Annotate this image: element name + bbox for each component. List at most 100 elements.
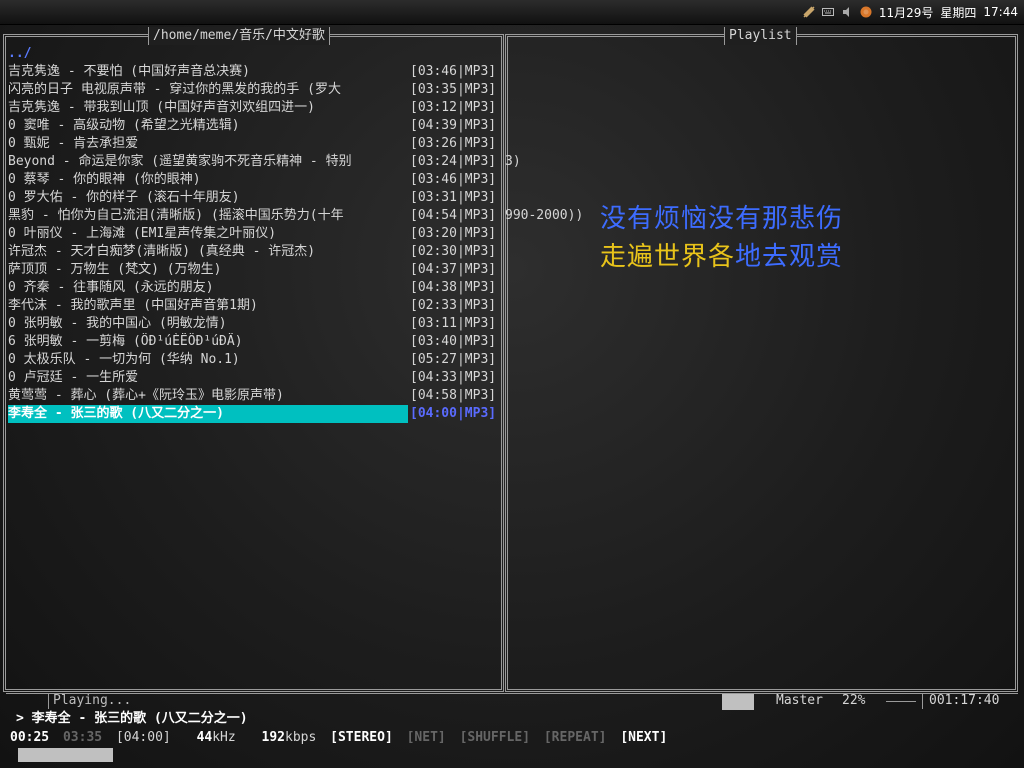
file-item-meta: [04:00|MP3] — [410, 406, 497, 421]
file-item-title: 0 卢冠廷 - 一生所爱 — [8, 370, 139, 385]
file-item[interactable]: 0 罗大佑 - 你的样子 (滚石十年朋友) [03:31|MP3] — [8, 189, 508, 207]
file-item-title: 0 齐秦 - 往事随风 (永远的朋友) — [8, 280, 214, 295]
file-item-meta: [02:30|MP3] — [410, 244, 497, 259]
clock-label[interactable]: 17:44 — [983, 5, 1018, 19]
file-item[interactable]: 0 齐秦 - 往事随风 (永远的朋友) [04:38|MP3] — [8, 279, 508, 297]
file-item-title: 许冠杰 - 天才白痴梦(清晰版) (真经典 - 许冠杰) — [8, 244, 316, 259]
file-item[interactable]: 0 叶丽仪 - 上海滩 (EMI星声传集之叶丽仪) [03:20|MP3] — [8, 225, 508, 243]
file-item-title: 0 太极乐队 - 一切为何 (华纳 No.1) — [8, 352, 240, 367]
file-item-meta: [04:58|MP3] — [410, 388, 497, 403]
file-item-title: 吉克隽逸 - 带我到山顶 (中国好声音刘欢组四进一) — [8, 100, 315, 115]
play-state: Playing... — [48, 693, 135, 709]
file-item-meta: [03:31|MP3] — [410, 190, 497, 205]
file-item-meta: [03:24|MP3] — [410, 154, 497, 169]
file-item-meta: [03:35|MP3] — [410, 82, 497, 97]
file-item[interactable]: 0 张明敏 - 我的中国心 (明敏龙情) [03:11|MP3] — [8, 315, 508, 333]
progress-bar[interactable] — [18, 748, 113, 762]
file-item[interactable]: 黑豹 - 怕你为自己流泪(清晰版) (摇滚中国乐势力(十年 [04:54|MP3]… — [8, 207, 583, 225]
file-item-title: 0 叶丽仪 - 上海滩 (EMI星声传集之叶丽仪) — [8, 226, 277, 241]
file-item-meta: [04:54|MP3] — [410, 208, 497, 223]
lyric-line-2-sung: 走遍世界各 — [600, 242, 736, 272]
file-item-meta: [03:20|MP3] — [410, 226, 497, 241]
playlist-frame: Playlist — [505, 27, 1018, 692]
stereo-flag: [STEREO] — [330, 730, 393, 745]
lyric-line-1-text: 没有烦恼没有那悲伤 — [600, 204, 844, 234]
file-item-meta: [03:12|MP3] — [410, 100, 497, 115]
net-flag: [NET] — [406, 730, 446, 745]
network-icon[interactable] — [803, 6, 815, 18]
status-bar: Playing... Master 22% 001:17:40 — [6, 693, 1018, 710]
file-item[interactable]: 黄莺莺 - 葬心 (葬心+《阮玲玉》电影原声带) [04:58|MP3] — [8, 387, 508, 405]
file-item[interactable]: 0 卢冠廷 - 一生所爱 [04:33|MP3] — [8, 369, 508, 387]
date-label[interactable]: 11月29号 — [879, 4, 934, 21]
file-item[interactable]: 闪亮的日子 电视原声带 - 穿过你的黑发的我的手 (罗大 [03:35|MP3] — [8, 81, 508, 99]
file-item[interactable]: 萨顶顶 - 万物生 (梵文) (万物生) [04:37|MP3] — [8, 261, 508, 279]
file-item-title: 李代沫 - 我的歌声里 (中国好声音第1期) — [8, 298, 258, 313]
file-item-meta: [03:11|MP3] — [410, 316, 497, 331]
file-item[interactable]: 0 甄妮 - 肯去承担爱 [03:26|MP3] — [8, 135, 508, 153]
input-method-icon[interactable] — [860, 6, 872, 18]
lyric-line-2-unsung: 地去观赏 — [735, 242, 844, 272]
status-divider — [886, 701, 916, 702]
shuffle-flag[interactable]: [SHUFFLE] — [460, 730, 530, 745]
browser-path: /home/meme/音乐/中文好歌 — [148, 27, 330, 45]
file-item-title: 0 甄妮 - 肯去承担爱 — [8, 136, 139, 151]
top-panel: 11月29号 星期四 17:44 — [0, 0, 1024, 25]
lyric-line-2: 走遍世界各地去观赏 — [600, 236, 843, 273]
position-time: 00:25 — [10, 730, 50, 745]
total-time: 001:17:40 — [922, 693, 999, 709]
file-item-overflow: 990-2000)) — [505, 208, 584, 223]
bitrate-unit: kbps — [285, 730, 317, 745]
volume-percent: 22% — [842, 693, 866, 708]
mixer-label: Master — [776, 693, 823, 708]
file-item[interactable]: 0 窦唯 - 高级动物 (希望之光精选辑) [04:39|MP3] — [8, 117, 508, 135]
lyric-line-1: 没有烦恼没有那悲伤 — [600, 198, 843, 235]
playlist-title: Playlist — [724, 27, 797, 45]
keyboard-icon[interactable] — [821, 6, 834, 18]
file-item-title: 6 张明敏 - 一剪梅 (ÖÐ¹úÈËÖÐ¹úÐÄ) — [8, 334, 243, 349]
file-item-meta: [03:40|MP3] — [410, 334, 497, 349]
info-line: 00:25 03:35 [04:00] 44kHz 192kbps [STERE… — [10, 729, 667, 747]
file-item-selected[interactable]: 李寿全 - 张三的歌 (八又二分之一) [04:00|MP3] — [8, 405, 508, 423]
file-item[interactable]: 0 太极乐队 - 一切为何 (华纳 No.1) [05:27|MP3] — [8, 351, 508, 369]
file-item-meta: [04:33|MP3] — [410, 370, 497, 385]
file-item[interactable]: Beyond - 命运是你家 (遥望黄家驹不死音乐精神 - 特别 [03:24|M… — [8, 153, 521, 171]
file-item-title: 闪亮的日子 电视原声带 - 穿过你的黑发的我的手 (罗大 — [8, 82, 341, 97]
remaining-time: 03:35 — [62, 730, 103, 745]
file-item-title: 黑豹 - 怕你为自己流泪(清晰版) (摇滚中国乐势力(十年 — [8, 208, 344, 223]
sample-rate-unit: kHz — [212, 730, 236, 745]
file-item-title: 0 罗大佑 - 你的样子 (滚石十年朋友) — [8, 190, 240, 205]
file-item-meta: [04:39|MP3] — [410, 118, 497, 133]
file-item-meta: [02:33|MP3] — [410, 298, 497, 313]
file-item-title: 萨顶顶 - 万物生 (梵文) (万物生) — [8, 262, 222, 277]
file-item-meta: [05:27|MP3] — [410, 352, 497, 367]
file-item[interactable]: 吉克隽逸 - 不要怕 (中国好声音总决赛) [03:46|MP3] — [8, 63, 508, 81]
weekday-label[interactable]: 星期四 — [940, 4, 976, 21]
file-item-title: Beyond - 命运是你家 (遥望黄家驹不死音乐精神 - 特别 — [8, 154, 352, 169]
repeat-flag[interactable]: [REPEAT] — [544, 730, 607, 745]
file-item-meta: [03:26|MP3] — [410, 136, 497, 151]
file-item-title: 0 窦唯 - 高级动物 (希望之光精选辑) — [8, 118, 240, 133]
volume-icon[interactable] — [841, 6, 853, 18]
next-flag[interactable]: [NEXT] — [620, 730, 667, 745]
bitrate-value: 192 — [261, 730, 286, 745]
file-item-title: 李寿全 - 张三的歌 (八又二分之一) — [8, 405, 408, 423]
file-item[interactable]: 0 蔡琴 - 你的眼神 (你的眼神) [03:46|MP3] — [8, 171, 508, 189]
file-item-meta: [04:38|MP3] — [410, 280, 497, 295]
file-item-meta: [03:46|MP3] — [410, 64, 497, 79]
parent-dir-item[interactable]: ../ — [8, 45, 508, 63]
file-item-overflow: 3) — [505, 154, 521, 169]
file-list: ../ 吉克隽逸 - 不要怕 (中国好声音总决赛) [03:46|MP3] 闪亮的日… — [8, 45, 583, 423]
sample-rate-value: 44 — [196, 730, 213, 745]
volume-bar[interactable] — [722, 694, 754, 710]
file-item-meta: [04:37|MP3] — [410, 262, 497, 277]
file-item-title: 0 蔡琴 - 你的眼神 (你的眼神) — [8, 172, 201, 187]
duration-time: [04:00] — [115, 730, 171, 745]
file-item-title: 0 张明敏 - 我的中国心 (明敏龙情) — [8, 316, 227, 331]
file-item[interactable]: 李代沫 - 我的歌声里 (中国好声音第1期) [02:33|MP3] — [8, 297, 508, 315]
file-item[interactable]: 许冠杰 - 天才白痴梦(清晰版) (真经典 - 许冠杰) [02:30|MP3] — [8, 243, 508, 261]
file-item[interactable]: 6 张明敏 - 一剪梅 (ÖÐ¹úÈËÖÐ¹úÐÄ) [03:40|MP3] — [8, 333, 508, 351]
now-playing: > 李寿全 - 张三的歌 (八又二分之一) — [16, 711, 248, 726]
file-item-meta: [03:46|MP3] — [410, 172, 497, 187]
file-item[interactable]: 吉克隽逸 - 带我到山顶 (中国好声音刘欢组四进一) [03:12|MP3] — [8, 99, 508, 117]
